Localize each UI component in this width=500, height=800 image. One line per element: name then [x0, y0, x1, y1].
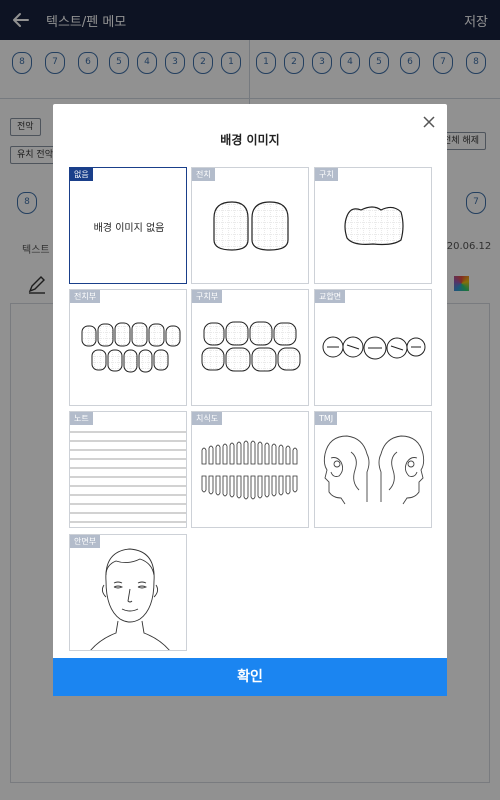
option-note[interactable]: 노트 [69, 411, 187, 528]
option-posterior-region[interactable]: 구치부 [191, 289, 309, 406]
option-tag: 교합면 [315, 290, 346, 303]
posterior-tooth-illustration [344, 206, 404, 246]
option-face[interactable]: 안면부 [69, 534, 187, 651]
posterior-region-illustration [201, 321, 301, 372]
option-tag: 치식도 [192, 412, 223, 425]
option-none[interactable]: 없음 배경 이미지 없음 [69, 167, 187, 284]
dental-formula-illustration [201, 440, 298, 500]
option-tag: 없음 [70, 168, 93, 181]
anterior-tooth-illustration [213, 201, 289, 251]
option-tmj[interactable]: TMJ [314, 411, 432, 528]
option-tag: 노트 [70, 412, 93, 425]
option-anterior-region[interactable]: 전치부 [69, 289, 187, 406]
option-tag: 구치 [315, 168, 338, 181]
option-tag: TMJ [315, 412, 338, 425]
face-illustration [90, 548, 170, 650]
option-tag: 안면부 [70, 535, 101, 548]
close-icon[interactable] [421, 114, 437, 130]
option-tag: 구치부 [192, 290, 223, 303]
option-dental-formula[interactable]: 치식도 [191, 411, 309, 528]
occlusal-surface-illustration [322, 336, 426, 360]
background-image-dialog: 배경 이미지 없음 배경 이미지 없음 전치 구치 전치부 구치부 교합면 노트… [53, 104, 447, 696]
option-posterior-tooth[interactable]: 구치 [314, 167, 432, 284]
option-none-caption: 배경 이미지 없음 [93, 223, 165, 234]
option-tag: 전치부 [70, 290, 101, 303]
note-lines-illustration [70, 431, 186, 523]
option-tag: 전치 [192, 168, 215, 181]
confirm-button[interactable]: 확인 [53, 658, 447, 696]
tmj-illustration [323, 435, 425, 505]
dialog-title: 배경 이미지 [220, 133, 280, 147]
option-occlusal-surface[interactable]: 교합면 [314, 289, 432, 406]
option-anterior-tooth[interactable]: 전치 [191, 167, 309, 284]
anterior-region-illustration [81, 322, 181, 373]
